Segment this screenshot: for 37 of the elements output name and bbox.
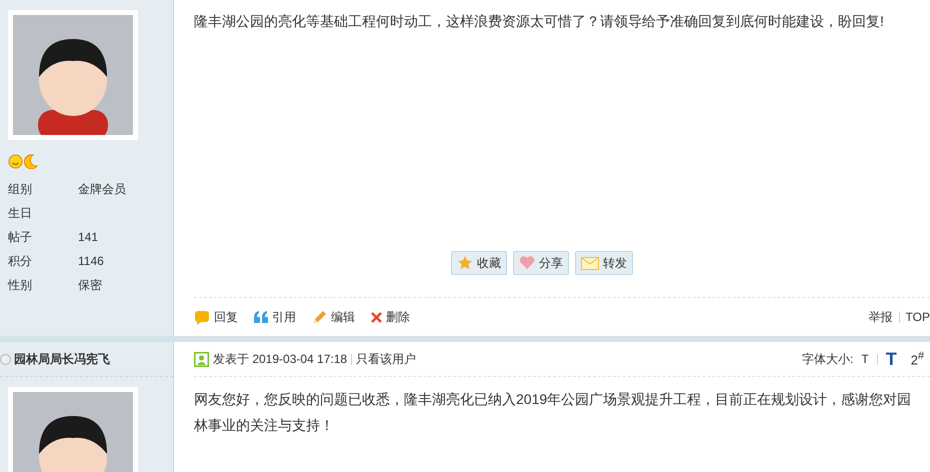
heart-icon	[519, 256, 535, 270]
profile-label: 性别	[8, 277, 33, 294]
profile-label: 帖子	[8, 229, 33, 246]
post-link[interactable]: TOP	[906, 310, 930, 324]
post-action-link[interactable]: 引用	[254, 308, 296, 326]
post-link[interactable]: 举报	[868, 308, 893, 326]
post-action-link[interactable]: 删除	[371, 308, 410, 326]
reply-message: 网友您好，您反映的问题已收悉，隆丰湖亮化已纳入2019年公园广场景观提升工程，目前正在规划设计，感谢您对园林事业的关注与支持！	[194, 390, 912, 435]
star-icon	[457, 255, 473, 271]
pencil-icon	[312, 310, 327, 324]
profile-label: 积分	[8, 253, 33, 270]
profile-value: 141	[78, 229, 100, 246]
post-time: 发表于 2019-03-04 17:18	[213, 350, 348, 368]
moon-icon	[24, 154, 38, 169]
profile-value: 保密	[78, 277, 103, 294]
profile-value: 1146	[78, 253, 105, 270]
quote-icon	[254, 311, 268, 323]
profile-value: 金牌会员	[78, 181, 127, 198]
share-button[interactable]: 收藏	[451, 251, 507, 275]
only-author-link[interactable]: 只看该用户	[356, 350, 416, 368]
envelope-icon	[581, 256, 599, 270]
post-action-link[interactable]: 编辑	[312, 308, 355, 326]
post-message: 隆丰湖公园的亮化等基础工程何时动工，这样浪费资源太可惜了？请领导给予准确回复到底何时能建设，盼回复!	[194, 12, 885, 31]
profile-label: 生日	[8, 205, 33, 222]
close-icon	[371, 312, 382, 322]
share-button[interactable]: 分享	[513, 251, 569, 275]
post-action-link[interactable]: 回复	[194, 308, 238, 326]
speech-bubble-icon	[194, 310, 210, 324]
smiley-icon	[8, 154, 23, 169]
share-button[interactable]: 转发	[575, 251, 633, 275]
large-font-button[interactable]: T	[880, 348, 903, 370]
author-name[interactable]: 园林局局长冯宪飞	[14, 350, 110, 368]
user-icon	[194, 352, 209, 366]
font-size-label: 字体大小:	[802, 350, 854, 368]
profile-label: 组别	[8, 181, 33, 198]
floor-number: 2$^{#}$	[910, 350, 924, 368]
small-font-button[interactable]: T	[855, 352, 875, 366]
